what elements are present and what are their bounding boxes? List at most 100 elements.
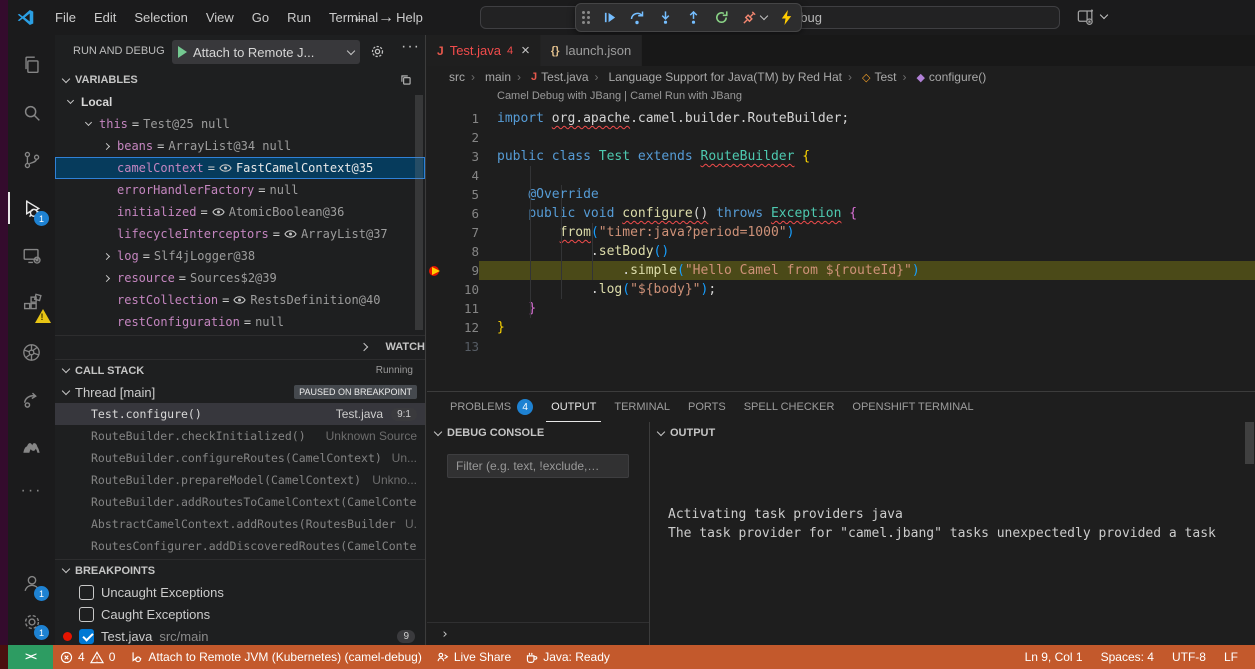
breakpoint-checkbox[interactable] <box>79 585 94 600</box>
explorer-icon[interactable] <box>8 43 55 87</box>
customize-layout-icon[interactable] <box>1076 7 1095 26</box>
breadcrumb-item[interactable]: J Test.java <box>511 70 588 84</box>
gutter[interactable] <box>427 318 445 337</box>
lazy-eval-eye-icon[interactable] <box>212 207 225 217</box>
extensions-icon[interactable] <box>8 282 55 326</box>
variable-row[interactable]: restConfiguration = null <box>55 311 425 333</box>
eol-setting[interactable]: LF <box>1215 645 1247 669</box>
run-and-debug-icon[interactable]: 1 <box>8 186 55 230</box>
stack-frame-row[interactable]: RouteBuilder.checkInitialized() Unknown … <box>55 425 425 447</box>
variable-row[interactable]: restCollection = RestsDefinition@40 <box>55 289 425 311</box>
step-into-button[interactable] <box>656 9 674 27</box>
launch-config-chevron-icon[interactable] <box>347 46 355 54</box>
close-icon[interactable]: × <box>521 42 530 59</box>
tree-chevron-icon[interactable] <box>102 252 109 259</box>
breadcrumb-item[interactable]: ◇ Test <box>842 70 896 84</box>
tree-chevron-icon[interactable] <box>102 142 109 149</box>
more-views-icon[interactable]: ··· <box>8 469 55 513</box>
code-line[interactable]: 9 .simple("Hello Camel from ${routeId}") <box>427 261 1255 280</box>
source-control-icon[interactable] <box>8 138 55 182</box>
breakpoint-row[interactable]: Test.java src/main 9 <box>55 625 425 645</box>
code-line[interactable]: 2 <box>427 128 1255 147</box>
step-over-button[interactable] <box>628 9 646 27</box>
menu-item[interactable]: Run <box>278 10 320 25</box>
breadcrumb-item[interactable]: main <box>465 70 511 84</box>
tab-launch-json[interactable]: {} launch.json <box>541 35 642 66</box>
start-debug-icon[interactable] <box>178 46 187 58</box>
tree-chevron-icon[interactable] <box>66 97 73 104</box>
drag-handle-icon[interactable] <box>582 11 590 24</box>
call-stack-section-header[interactable]: CALL STACK Running <box>55 359 425 381</box>
gutter[interactable] <box>427 261 445 280</box>
breadcrumb-item[interactable]: ◆ configure() <box>896 70 986 84</box>
camel-icon[interactable] <box>8 424 55 468</box>
debug-console-prompt[interactable]: › <box>427 622 649 642</box>
menu-item[interactable]: Edit <box>85 10 125 25</box>
breadcrumb-item[interactable]: src <box>449 70 465 84</box>
panel-tab[interactable]: TERMINAL <box>609 392 675 422</box>
code-line[interactable]: 3 public class Test extends RouteBuilder… <box>427 147 1255 166</box>
panel-tab[interactable]: SPELL CHECKER <box>739 392 840 422</box>
variable-row[interactable]: initialized = AtomicBoolean@36 <box>55 201 425 223</box>
lazy-eval-eye-icon[interactable] <box>284 229 297 239</box>
debug-settings-gear-icon[interactable] <box>370 44 385 59</box>
lazy-eval-eye-icon[interactable] <box>219 163 232 173</box>
variables-section-header[interactable]: VARIABLES <box>55 69 425 91</box>
code-line[interactable]: 4 <box>427 166 1255 185</box>
debug-console-filter-input[interactable] <box>447 454 629 478</box>
back-arrow-button[interactable]: ← <box>348 0 372 35</box>
gutter[interactable] <box>427 185 445 204</box>
variable-row[interactable]: this = Test@25 null <box>55 113 425 135</box>
lazy-eval-eye-icon[interactable] <box>233 295 246 305</box>
variable-row[interactable]: camelContext = FastCamelContext@35 <box>55 157 425 179</box>
thread-row[interactable]: Thread [main] PAUSED ON BREAKPOINT <box>55 381 425 403</box>
variable-row[interactable]: Local <box>55 91 425 113</box>
stack-frame-row[interactable]: AbstractCamelContext.addRoutes(RoutesBui… <box>55 513 425 535</box>
cursor-position[interactable]: Ln 9, Col 1 <box>1016 645 1092 669</box>
code-line[interactable]: 13 <box>427 337 1255 356</box>
accounts-icon[interactable]: 1 <box>8 561 55 605</box>
output-header[interactable]: OUTPUT <box>650 422 1255 444</box>
launch-config-dropdown[interactable]: Attach to Remote J... <box>172 40 360 64</box>
disconnect-dropdown-chevron-icon[interactable] <box>760 12 768 20</box>
debug-console-header[interactable]: DEBUG CONSOLE <box>427 422 649 444</box>
views-more-actions-icon[interactable]: ··· <box>401 38 420 56</box>
code-line[interactable]: 8 .setBody() <box>427 242 1255 261</box>
gutter[interactable] <box>427 204 445 223</box>
code-view[interactable]: 1 import org.apache.camel.builder.RouteB… <box>427 109 1255 356</box>
gutter[interactable] <box>427 147 445 166</box>
watch-section-header[interactable]: WATCH <box>55 335 425 357</box>
gutter[interactable] <box>427 299 445 318</box>
live-share-status[interactable]: Live Share <box>429 645 518 669</box>
output-log[interactable]: Activating task providers javaThe task p… <box>668 448 1216 543</box>
sidebar-scrollbar[interactable] <box>415 95 423 330</box>
code-line[interactable]: 5 @Override <box>427 185 1255 204</box>
encoding-setting[interactable]: UTF-8 <box>1163 645 1215 669</box>
stack-frame-row[interactable]: RouteBuilder.prepareModel(CamelContext) … <box>55 469 425 491</box>
output-scrollbar[interactable] <box>1245 422 1254 464</box>
gutter[interactable] <box>427 109 445 128</box>
gutter[interactable] <box>427 128 445 147</box>
settings-gear-icon[interactable]: 1 <box>8 600 55 644</box>
breakpoint-row[interactable]: Uncaught Exceptions <box>55 581 425 603</box>
tab-test-java[interactable]: J Test.java 4 × <box>427 35 541 66</box>
remote-indicator[interactable]: >< <box>8 645 53 669</box>
code-line[interactable]: 10 .log("${body}"); <box>427 280 1255 299</box>
menu-item[interactable]: File <box>46 10 85 25</box>
stack-frame-row[interactable]: RoutesConfigurer.addDiscoveredRoutes(Cam… <box>55 535 425 557</box>
search-icon[interactable] <box>8 91 55 135</box>
step-out-button[interactable] <box>684 9 702 27</box>
panel-tab[interactable]: PORTS <box>683 392 731 422</box>
restart-button[interactable] <box>712 9 730 27</box>
variable-row[interactable]: log = Slf4jLogger@38 <box>55 245 425 267</box>
stack-frame-row[interactable]: RouteBuilder.configureRoutes(CamelContex… <box>55 447 425 469</box>
breakpoint-checkbox[interactable] <box>79 629 94 644</box>
kubernetes-icon[interactable] <box>8 330 55 374</box>
layout-dropdown-chevron-icon[interactable] <box>1100 11 1108 19</box>
panel-tab[interactable]: OPENSHIFT TERMINAL <box>847 392 978 422</box>
hot-code-replace-icon[interactable] <box>777 9 795 27</box>
tree-chevron-icon[interactable] <box>102 274 109 281</box>
menu-item[interactable]: Selection <box>125 10 196 25</box>
problems-status[interactable]: 4 0 <box>53 645 122 669</box>
breakpoint-row[interactable]: Caught Exceptions <box>55 603 425 625</box>
